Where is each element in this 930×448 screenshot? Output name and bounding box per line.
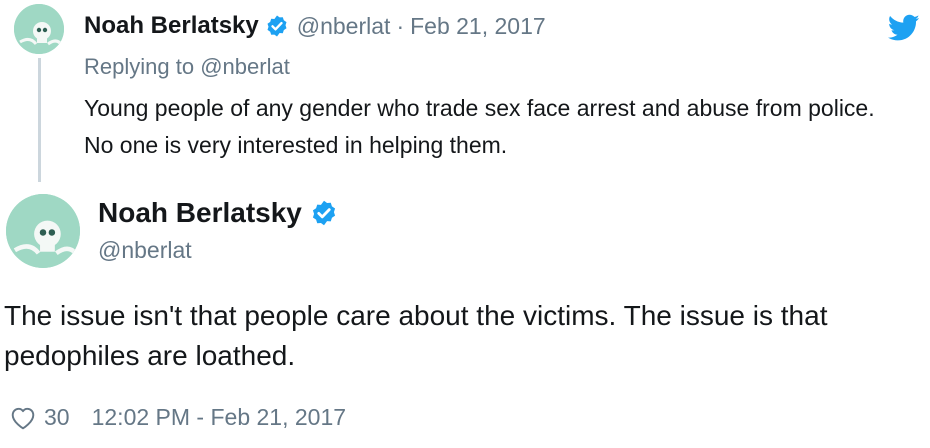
replying-prefix: Replying to	[84, 54, 195, 79]
main-handle[interactable]: @nberlat	[98, 237, 192, 264]
parent-tweet-header: Noah Berlatsky @nberlat · Feb 21, 2017	[84, 12, 546, 40]
verified-badge-icon	[312, 200, 335, 226]
twitter-bird-icon[interactable]	[888, 14, 920, 42]
parent-handle[interactable]: @nberlat	[297, 13, 391, 40]
verified-badge-icon	[267, 15, 287, 37]
skull-avatar-icon	[6, 194, 80, 268]
tweet-footer: 30 12:02 PM - Feb 21, 2017	[10, 404, 346, 431]
parent-display-name[interactable]: Noah Berlatsky	[84, 12, 259, 40]
parent-date[interactable]: Feb 21, 2017	[410, 13, 546, 40]
header-separator: ·	[396, 12, 405, 39]
parent-tweet-text: Young people of any gender who trade sex…	[84, 95, 875, 158]
tweet-timestamp[interactable]: 12:02 PM - Feb 21, 2017	[92, 404, 346, 431]
thread-connector-line	[38, 58, 41, 182]
main-tweet-text: The issue isn't that people care about t…	[4, 300, 828, 371]
skull-avatar-icon	[14, 4, 64, 54]
replying-to-handle-link[interactable]: @nberlat	[200, 54, 290, 79]
main-avatar[interactable]	[6, 194, 80, 268]
main-tweet-header: Noah Berlatsky	[98, 197, 338, 229]
main-display-name[interactable]: Noah Berlatsky	[98, 197, 302, 229]
replying-to-line: Replying to @nberlat	[84, 54, 290, 80]
tweet-card: Noah Berlatsky @nberlat · Feb 21, 2017 R…	[0, 0, 930, 448]
heart-icon[interactable]	[10, 406, 36, 430]
parent-avatar[interactable]	[14, 4, 64, 54]
like-count[interactable]: 30	[44, 404, 70, 431]
